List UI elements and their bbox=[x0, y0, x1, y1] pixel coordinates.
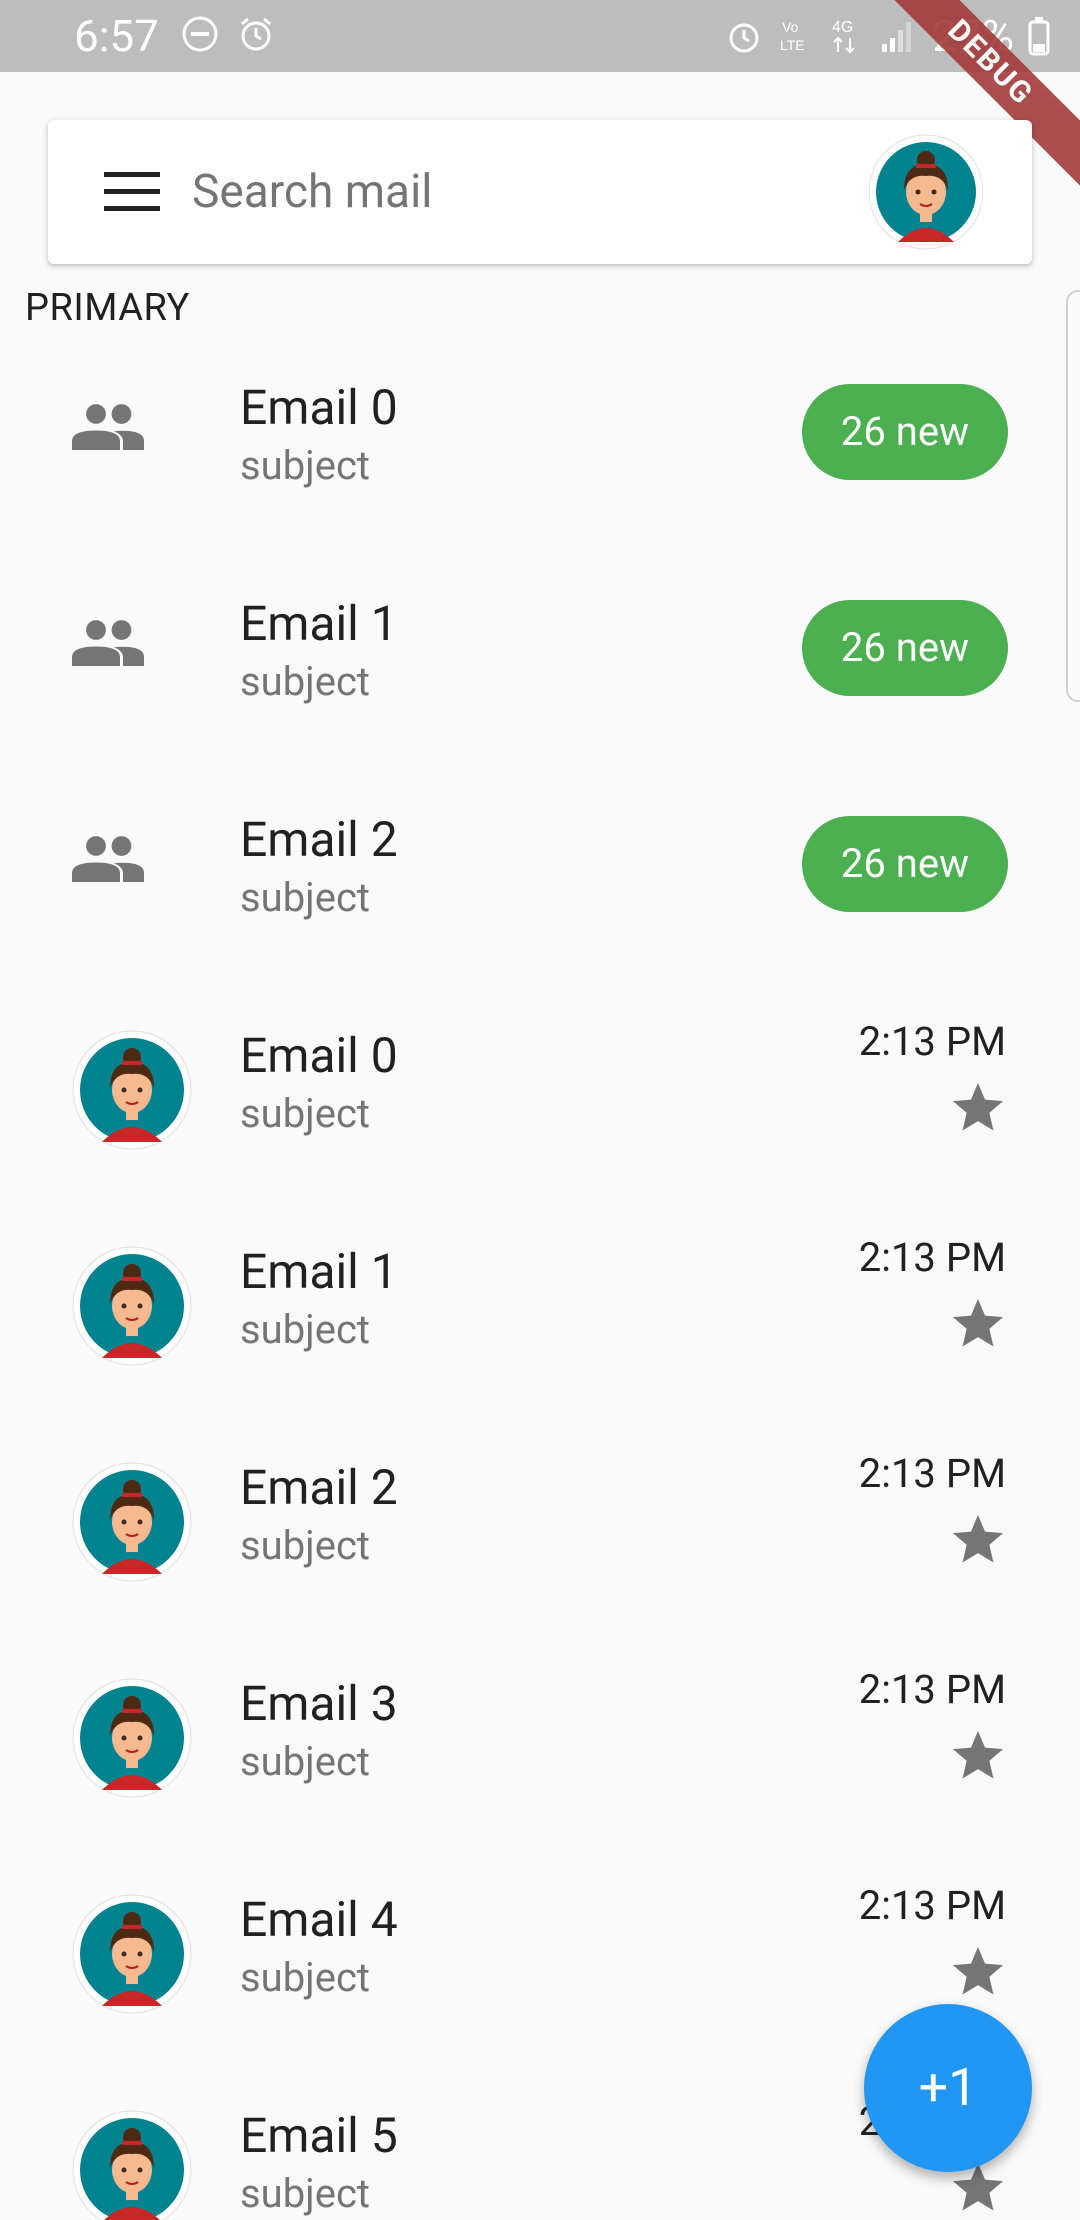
email-title: Email 2 bbox=[240, 811, 398, 868]
menu-icon[interactable] bbox=[104, 172, 160, 212]
people-icon bbox=[72, 836, 144, 882]
list-item-email[interactable]: Email 0 subject 2:13 PM bbox=[0, 994, 1080, 1210]
star-icon[interactable] bbox=[948, 1294, 1008, 1354]
email-title: Email 0 bbox=[240, 1027, 398, 1084]
svg-text:LTE: LTE bbox=[780, 37, 805, 53]
avatar bbox=[72, 1462, 192, 1582]
email-title: Email 0 bbox=[240, 379, 398, 436]
email-title: Email 4 bbox=[240, 1891, 398, 1948]
svg-text:4G: 4G bbox=[832, 19, 853, 36]
alarm-icon bbox=[241, 17, 271, 51]
sender-avatar bbox=[72, 1678, 192, 1798]
people-icon bbox=[72, 404, 144, 450]
search-input[interactable]: Search mail bbox=[192, 160, 432, 224]
email-title: Email 3 bbox=[240, 1675, 398, 1732]
email-title: Email 2 bbox=[240, 1459, 398, 1516]
list-item-email[interactable]: Email 3 subject 2:13 PM bbox=[0, 1642, 1080, 1858]
sender-avatar bbox=[72, 1894, 192, 2014]
search-bar[interactable]: Search mail bbox=[48, 120, 1032, 264]
email-time: 2:13 PM bbox=[858, 1018, 1006, 1065]
sender-avatar bbox=[72, 1462, 192, 1582]
email-title: Email 1 bbox=[240, 595, 398, 652]
alarm-icon bbox=[729, 23, 759, 53]
sender-avatar bbox=[72, 1246, 192, 1366]
do-not-disturb-icon bbox=[182, 16, 218, 52]
avatar bbox=[72, 1030, 192, 1150]
email-subject: subject bbox=[240, 2170, 370, 2217]
battery-icon bbox=[1028, 17, 1050, 56]
star-icon[interactable] bbox=[948, 1078, 1008, 1138]
new-count-badge: 26 new bbox=[802, 600, 1008, 696]
avatar bbox=[72, 1678, 192, 1798]
volte-icon: Vo LTE bbox=[780, 19, 805, 53]
list-item-email[interactable]: Email 1 subject 2:13 PM bbox=[0, 1210, 1080, 1426]
email-title: Email 5 bbox=[240, 2107, 398, 2164]
list-item-email[interactable]: Email 2 subject 2:13 PM bbox=[0, 1426, 1080, 1642]
email-subject: subject bbox=[240, 1954, 370, 2001]
list-item-group[interactable]: Email 0 subject 26 new bbox=[0, 346, 1080, 562]
avatar bbox=[72, 2110, 192, 2220]
network-4g-icon: 4G bbox=[832, 19, 856, 54]
new-count-badge: 26 new bbox=[802, 816, 1008, 912]
list-item-group[interactable]: Email 2 subject 26 new bbox=[0, 778, 1080, 994]
email-subject: subject bbox=[240, 1738, 370, 1785]
email-time: 2:13 PM bbox=[858, 1882, 1006, 1929]
increment-fab[interactable]: +1 bbox=[864, 2004, 1032, 2172]
email-subject: subject bbox=[240, 874, 370, 921]
svg-text:Vo: Vo bbox=[782, 19, 799, 35]
profile-avatar[interactable] bbox=[868, 134, 984, 250]
star-icon[interactable] bbox=[948, 1510, 1008, 1570]
star-icon[interactable] bbox=[948, 1726, 1008, 1786]
email-subject: subject bbox=[240, 1090, 370, 1137]
avatar bbox=[72, 1246, 192, 1366]
new-count-badge: 26 new bbox=[802, 384, 1008, 480]
email-subject: subject bbox=[240, 442, 370, 489]
status-time: 6:57 bbox=[74, 10, 159, 62]
list-item-group[interactable]: Email 1 subject 26 new bbox=[0, 562, 1080, 778]
star-icon[interactable] bbox=[948, 1942, 1008, 2002]
email-time: 2:13 PM bbox=[858, 1666, 1006, 1713]
email-title: Email 1 bbox=[240, 1243, 398, 1300]
signal-icon bbox=[882, 22, 912, 52]
sender-avatar bbox=[72, 2110, 192, 2220]
sender-avatar bbox=[72, 1030, 192, 1150]
email-time: 2:13 PM bbox=[858, 1234, 1006, 1281]
email-subject: subject bbox=[240, 658, 370, 705]
section-header-primary: PRIMARY bbox=[25, 286, 190, 330]
email-subject: subject bbox=[240, 1522, 370, 1569]
email-subject: subject bbox=[240, 1306, 370, 1353]
avatar bbox=[72, 1894, 192, 2014]
email-time: 2:13 PM bbox=[858, 1450, 1006, 1497]
people-icon bbox=[72, 620, 144, 666]
